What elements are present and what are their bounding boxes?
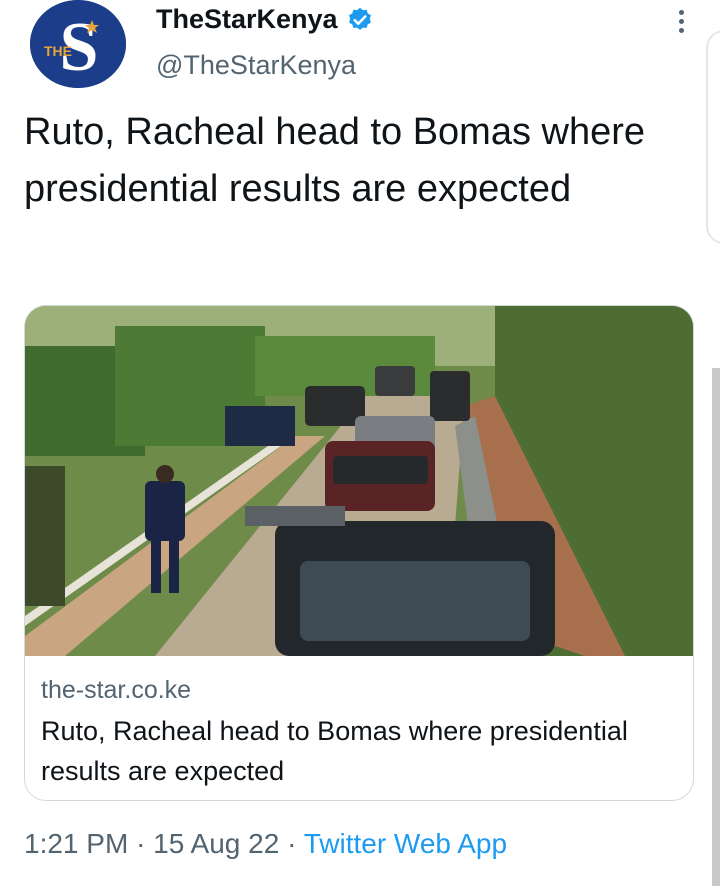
more-dot xyxy=(678,27,684,33)
convoy-photo xyxy=(25,306,693,656)
author-display-name[interactable]: TheStarKenya xyxy=(156,4,374,35)
card-domain: the-star.co.ke xyxy=(41,676,192,704)
tweet-source-link[interactable]: Twitter Web App xyxy=(304,828,507,859)
card-title: Ruto, Racheal head to Bomas where presid… xyxy=(41,716,628,786)
author-handle[interactable]: @TheStarKenya xyxy=(156,50,356,81)
more-dot xyxy=(678,18,684,24)
tweet-text: Ruto, Racheal head to Bomas where presid… xyxy=(24,111,646,210)
more-options-icon[interactable] xyxy=(666,4,696,38)
scrollbar[interactable] xyxy=(712,368,720,886)
tweet-metadata: 1:21 PM · 15 Aug 22 · Twitter Web App xyxy=(24,828,507,860)
the-star-logo: S THE xyxy=(30,0,126,88)
tweet-date[interactable]: 15 Aug 22 xyxy=(153,828,279,859)
more-dot xyxy=(678,9,684,15)
card-image xyxy=(25,306,693,656)
avatar[interactable]: S THE xyxy=(30,0,126,88)
meta-separator: · xyxy=(136,828,146,859)
tweet-time[interactable]: 1:21 PM xyxy=(24,828,128,859)
verified-badge-icon xyxy=(348,7,371,30)
meta-separator: · xyxy=(287,828,297,859)
svg-text:THE: THE xyxy=(44,43,72,59)
author-name-text: TheStarKenya xyxy=(156,4,338,34)
adjacent-card-edge xyxy=(706,30,720,244)
link-preview-card[interactable]: the-star.co.ke Ruto, Racheal head to Bom… xyxy=(24,305,694,801)
